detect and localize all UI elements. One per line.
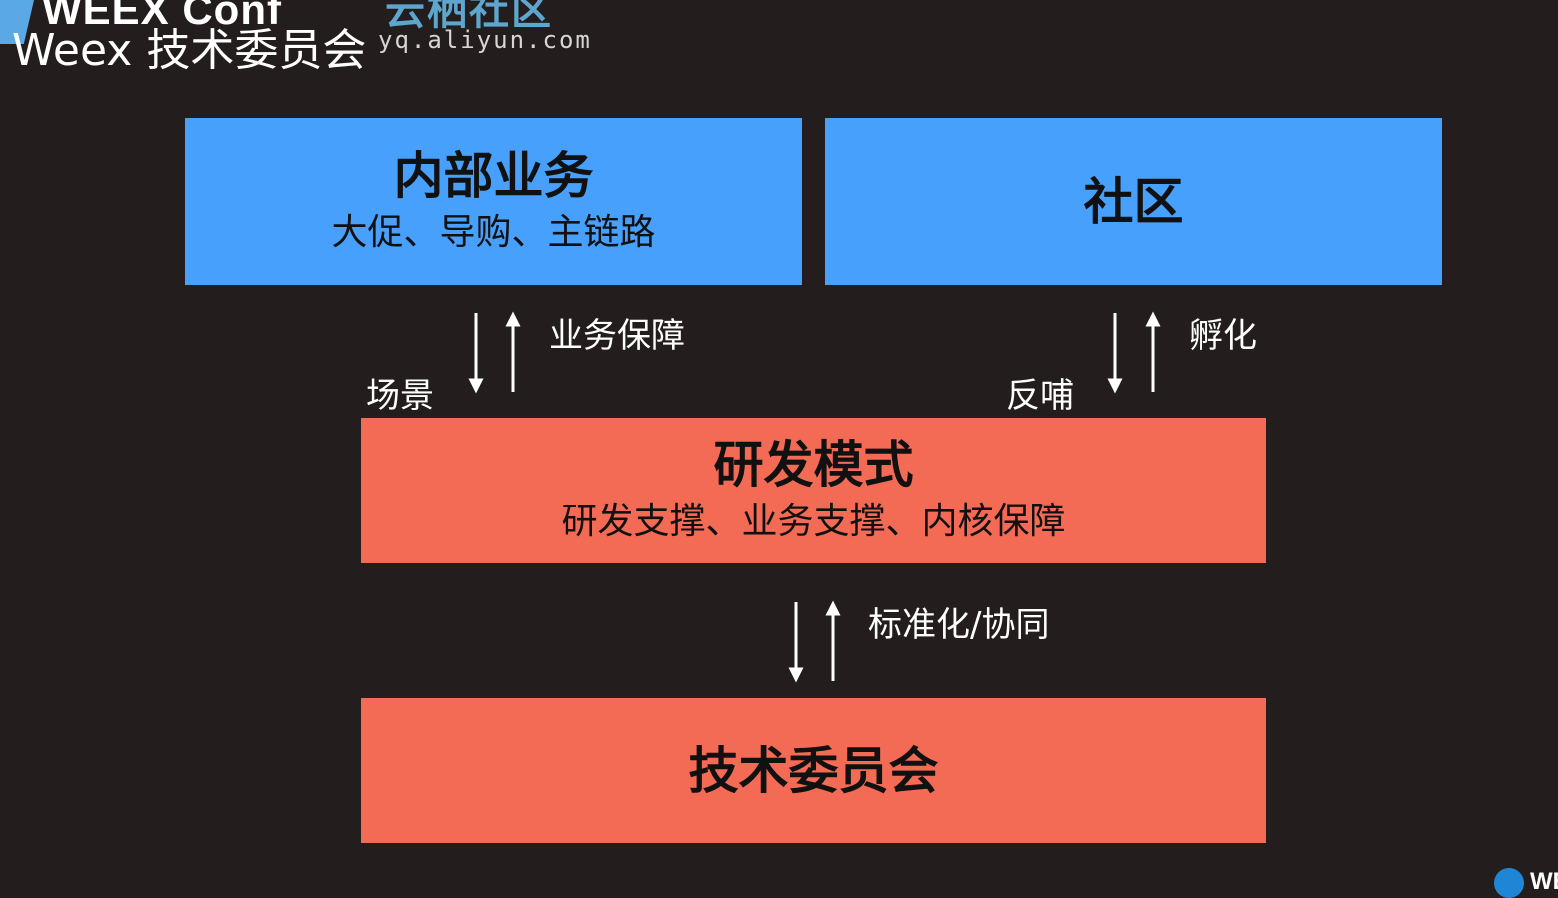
label-incubate: 孵化 <box>1189 316 1257 356</box>
label-feedback: 反哺 <box>1006 376 1074 416</box>
connector-arrows <box>468 311 1161 683</box>
corner-logo-text: WE <box>1530 868 1558 895</box>
label-standardize: 标准化/协同 <box>868 605 1050 645</box>
label-business-guarantee: 业务保障 <box>549 316 685 356</box>
label-scenario: 场景 <box>366 376 434 416</box>
